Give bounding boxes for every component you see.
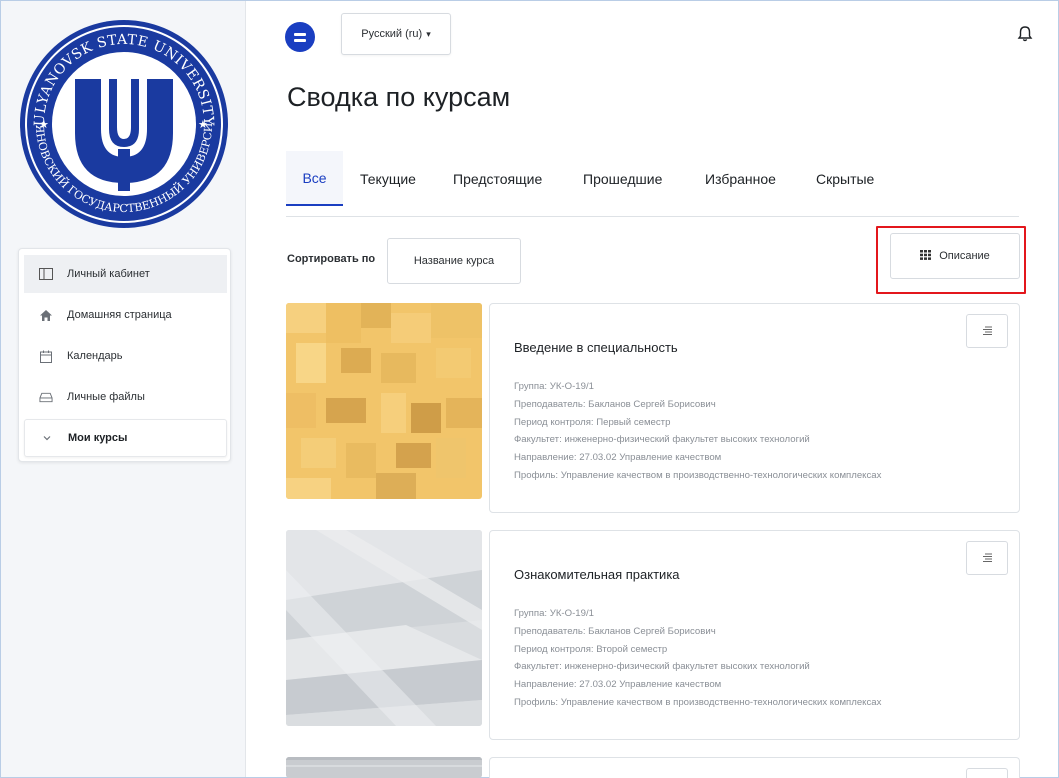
nav-item-dashboard[interactable]: Личный кабинет	[24, 255, 227, 293]
course-faculty: Факультет: инженерно-физический факульте…	[514, 434, 810, 446]
course-direction: Направление: 27.03.02 Управление качеств…	[514, 679, 722, 691]
tab-all[interactable]: Все	[286, 151, 343, 206]
course-title[interactable]: Ознакомительная практика	[514, 567, 680, 582]
course-details: Группа: УК-О-19/1 Преподаватель: Баклано…	[514, 605, 881, 712]
nav-item-home[interactable]: Домашняя страница	[24, 296, 227, 334]
course-profile: Профиль: Управление качеством в производ…	[514, 469, 882, 481]
tab-hidden[interactable]: Скрытые	[816, 151, 874, 206]
top-navbar: Русский (ru) ▾	[247, 1, 1058, 65]
left-drawer: ULYANOVSK STATE UNIVERSITY УЛЬЯНОВСКИЙ Г…	[1, 1, 246, 777]
chevron-down-icon	[40, 431, 54, 445]
course-faculty: Факультет: инженерно-физический факульте…	[514, 661, 810, 673]
course-direction: Направление: 27.03.02 Управление качеств…	[514, 452, 722, 464]
nav-item-label: Календарь	[67, 350, 123, 362]
course-actions-button[interactable]	[966, 314, 1008, 348]
course-period: Период контроля: Второй семестр	[514, 643, 668, 655]
view-mode-label: Описание	[939, 250, 990, 262]
nav-item-my-courses[interactable]: Мои курсы	[24, 419, 227, 457]
language-menu-button[interactable]: Русский (ru) ▾	[341, 13, 451, 55]
nav-item-label: Домашняя страница	[67, 309, 172, 321]
course-teacher: Преподаватель: Бакланов Сергей Борисович	[514, 398, 716, 410]
menu-toggle-button[interactable]	[285, 22, 315, 52]
course-image[interactable]	[286, 530, 482, 726]
sort-label: Сортировать по	[287, 253, 376, 265]
view-mode-button[interactable]: Описание	[890, 233, 1020, 279]
tab-upcoming[interactable]: Предстоящие	[453, 151, 542, 206]
grid-icon	[920, 249, 932, 263]
course-card	[489, 757, 1020, 778]
menu-lines-icon	[982, 549, 992, 567]
nav-menu: Личный кабинет Домашняя страница Календа…	[18, 248, 231, 462]
nav-item-label: Личные файлы	[67, 391, 145, 403]
tab-current[interactable]: Текущие	[360, 151, 416, 206]
course-filter-tabs: Все Текущие Предстоящие Прошедшие Избран…	[286, 151, 1019, 217]
course-card: Введение в специальность Группа: УК-О-19…	[489, 303, 1020, 513]
course-teacher: Преподаватель: Бакланов Сергей Борисович	[514, 625, 716, 637]
course-period: Период контроля: Первый семестр	[514, 416, 671, 428]
course-profile: Профиль: Управление качеством в производ…	[514, 696, 882, 708]
course-details: Группа: УК-О-19/1 Преподаватель: Баклано…	[514, 378, 881, 485]
sort-dropdown-button[interactable]: Название курса	[387, 238, 521, 284]
course-image[interactable]	[286, 757, 482, 778]
svg-text:★: ★	[39, 119, 49, 131]
calendar-icon	[39, 349, 53, 363]
tab-favourites[interactable]: Избранное	[705, 151, 776, 206]
tab-past[interactable]: Прошедшие	[583, 151, 662, 206]
sort-value: Название курса	[413, 255, 495, 267]
course-actions-button[interactable]	[966, 768, 1008, 778]
course-actions-button[interactable]	[966, 541, 1008, 575]
course-group: Группа: УК-О-19/1	[514, 608, 594, 619]
home-icon	[39, 308, 53, 322]
course-title[interactable]: Введение в специальность	[514, 340, 678, 355]
menu-lines-icon	[982, 322, 992, 340]
nav-item-label: Личный кабинет	[67, 268, 150, 280]
bell-icon[interactable]	[1016, 25, 1034, 43]
menu-icon	[294, 32, 306, 42]
course-image[interactable]	[286, 303, 482, 499]
nav-item-files[interactable]: Личные файлы	[24, 378, 227, 416]
svg-text:★: ★	[198, 119, 208, 131]
nav-item-calendar[interactable]: Календарь	[24, 337, 227, 375]
course-group: Группа: УК-О-19/1	[514, 381, 594, 392]
course-card: Ознакомительная практика Группа: УК-О-19…	[489, 530, 1020, 740]
language-label: Русский (ru)	[361, 28, 423, 40]
page-title: Сводка по курсам	[287, 82, 511, 112]
nav-item-label: Мои курсы	[68, 432, 128, 444]
files-icon	[39, 390, 53, 404]
caret-down-icon: ▾	[426, 28, 431, 39]
university-logo: ULYANOVSK STATE UNIVERSITY УЛЬЯНОВСКИЙ Г…	[15, 11, 233, 237]
dashboard-icon	[39, 267, 53, 281]
